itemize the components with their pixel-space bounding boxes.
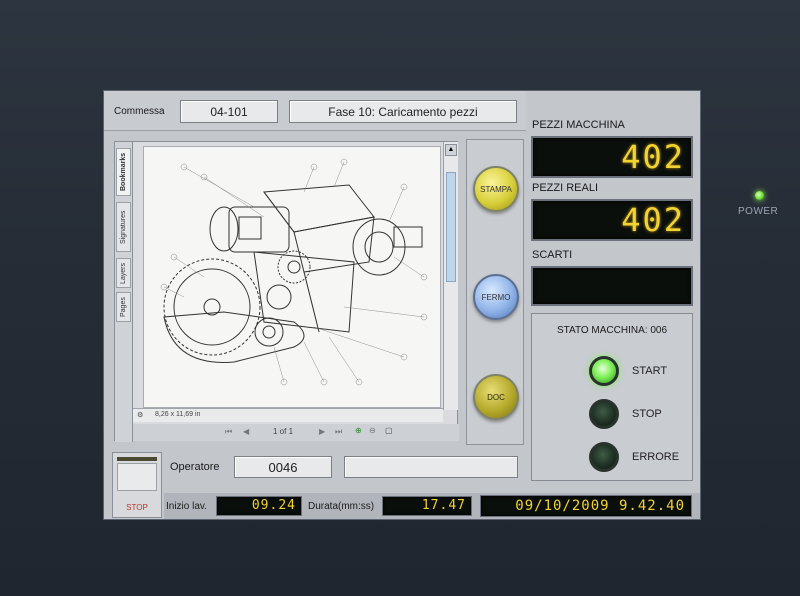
- zoom-in-icon[interactable]: ⊕: [355, 426, 362, 435]
- tab-signatures[interactable]: Signatures: [116, 202, 131, 252]
- last-page-icon[interactable]: ⏭: [335, 427, 342, 437]
- start-time-label: Inizio lav.: [166, 501, 207, 512]
- pezzi-macchina-value: 402: [621, 138, 685, 176]
- viewer-page-navigation: ⏮ ◀ 1 of 1 ▶ ⏭ ⊕ ⊖ ▢: [133, 424, 459, 441]
- action-button-column: STAMPA FERMO DOC: [466, 139, 524, 445]
- phase-field: Fase 10: Caricamento pezzi: [289, 100, 517, 123]
- stop-lamp-label: STOP: [632, 408, 662, 420]
- page-indicator: 1 of 1: [273, 427, 294, 436]
- scroll-thumb[interactable]: [446, 172, 456, 282]
- stop-widget[interactable]: STOP: [112, 452, 162, 518]
- scarti-display: [531, 266, 693, 306]
- datetime-display: 09/10/2009 9.42.40: [480, 495, 692, 517]
- stop-lamp-icon: [589, 399, 619, 429]
- header-strip: Commessa 04-101 Fase 10: Caricamento pez…: [104, 91, 526, 131]
- hmi-screen: Commessa 04-101 Fase 10: Caricamento pez…: [103, 90, 701, 520]
- fermo-button[interactable]: FERMO: [473, 274, 519, 320]
- viewer-side-tabs: Bookmarks Signatures Layers Pages: [115, 142, 133, 442]
- power-label: POWER: [738, 206, 779, 217]
- operator-label: Operatore: [170, 461, 220, 473]
- pezzi-reali-label: PEZZI REALI: [532, 182, 599, 194]
- stampa-button[interactable]: STAMPA: [473, 166, 519, 212]
- duration-value: 17.47: [421, 498, 466, 513]
- start-time-value: 09.24: [251, 498, 296, 513]
- datetime-value: 09/10/2009 9.42.40: [515, 498, 685, 514]
- start-lamp-icon: [589, 356, 619, 386]
- operator-note-field[interactable]: [344, 456, 518, 478]
- technical-drawing-page: [143, 146, 441, 408]
- error-lamp-icon: [589, 442, 619, 472]
- commessa-field[interactable]: 04-101: [180, 100, 278, 123]
- duration-label: Durata(mm:ss): [308, 501, 375, 512]
- tab-pages[interactable]: Pages: [116, 292, 131, 322]
- pezzi-reali-value: 402: [621, 201, 685, 239]
- next-page-icon[interactable]: ▶: [319, 427, 325, 436]
- pezzi-reali-display: 402: [531, 199, 693, 241]
- error-lamp-label: ERRORE: [632, 451, 680, 463]
- stop-widget-window: [117, 463, 157, 491]
- doc-button[interactable]: DOC: [473, 374, 519, 420]
- viewer-settings-icon[interactable]: ⚙: [137, 411, 143, 419]
- scarti-label: SCARTI: [532, 249, 573, 261]
- commessa-label: Commessa: [114, 106, 165, 117]
- hmi-bezel: POWER Commessa 04-101 Fase 10: Caricamen…: [0, 0, 800, 596]
- stop-widget-bar: [117, 457, 157, 461]
- power-led-icon: [755, 191, 764, 200]
- pezzi-macchina-label: PEZZI MACCHINA: [532, 119, 625, 131]
- pezzi-macchina-display: 402: [531, 136, 693, 178]
- first-page-icon[interactable]: ⏮: [225, 427, 232, 437]
- start-lamp-label: START: [632, 365, 668, 377]
- fit-page-icon[interactable]: ▢: [385, 426, 393, 435]
- operator-field[interactable]: 0046: [234, 456, 332, 478]
- previous-page-icon[interactable]: ◀: [243, 427, 249, 436]
- viewer-vertical-scrollbar[interactable]: ▲: [443, 142, 458, 410]
- machine-status-panel: STATO MACCHINA: 006 START STOP ERRORE: [531, 313, 693, 481]
- document-viewer: Bookmarks Signatures Layers Pages ▲ ⚙ 8,…: [114, 141, 459, 442]
- tab-layers[interactable]: Layers: [116, 258, 131, 288]
- duration-display: 17.47: [382, 496, 472, 516]
- page-size-label: 8,26 x 11,69 in: [155, 411, 201, 418]
- viewer-statusbar: ⚙ 8,26 x 11,69 in: [133, 408, 443, 422]
- scroll-up-arrow-icon[interactable]: ▲: [445, 144, 457, 156]
- tab-bookmarks[interactable]: Bookmarks: [116, 148, 131, 196]
- zoom-out-icon[interactable]: ⊖: [369, 426, 376, 435]
- start-time-display: 09.24: [216, 496, 302, 516]
- mechanical-drawing: [160, 158, 428, 386]
- machine-status-title: STATO MACCHINA: 006: [556, 325, 668, 336]
- stop-widget-label: STOP: [126, 503, 148, 512]
